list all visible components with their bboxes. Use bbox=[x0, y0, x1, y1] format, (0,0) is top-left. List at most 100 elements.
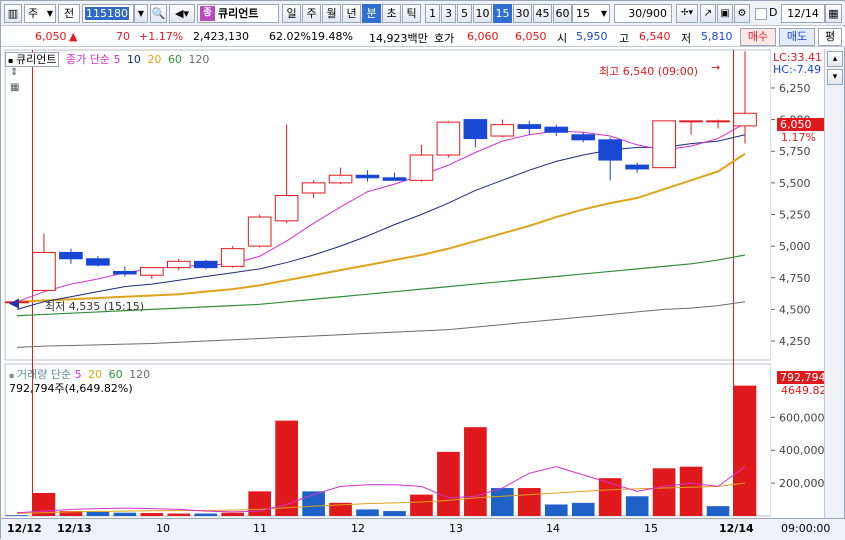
interval-value: 15 bbox=[576, 7, 590, 20]
candle-body bbox=[382, 177, 407, 181]
save-icon[interactable]: ▣ bbox=[717, 4, 733, 23]
calendar-icon[interactable]: ▦ bbox=[825, 4, 842, 23]
volume-bar bbox=[544, 504, 568, 516]
grid-icon[interactable]: ▦ bbox=[10, 82, 19, 93]
sidebar-btn-1[interactable]: ▴ bbox=[827, 51, 843, 67]
volume-bar bbox=[598, 478, 622, 516]
period-button-60[interactable]: 60 bbox=[553, 4, 572, 23]
period-button-10[interactable]: 10 bbox=[473, 4, 492, 23]
period-button-45[interactable]: 45 bbox=[533, 4, 552, 23]
period-button-일[interactable]: 일 bbox=[282, 4, 301, 23]
candle-body bbox=[274, 195, 299, 222]
candle-body bbox=[490, 124, 515, 137]
period-button-3[interactable]: 3 bbox=[441, 4, 456, 23]
x-label-1: 12/13 bbox=[57, 522, 92, 535]
volume-bar bbox=[625, 496, 649, 516]
candle-body bbox=[544, 126, 569, 133]
candle-body bbox=[571, 134, 596, 141]
chevron-down-icon: ▼ bbox=[46, 9, 53, 18]
volume-tick-label: 200,000 bbox=[779, 477, 824, 490]
stock-name-box[interactable]: 종 큐리언트 bbox=[197, 4, 279, 23]
legend-stock-name[interactable]: ▪ 큐리언트 bbox=[5, 52, 60, 67]
candle-body bbox=[32, 251, 56, 291]
period-button-초[interactable]: 초 bbox=[382, 4, 401, 23]
high-price: 6,540 bbox=[639, 30, 671, 43]
hoga-label: 호가 bbox=[434, 32, 455, 45]
open-price: 5,950 bbox=[576, 30, 608, 43]
period-button-15[interactable]: 15 bbox=[493, 4, 512, 23]
volume-tick-label: 400,000 bbox=[779, 444, 824, 457]
date-input[interactable]: 12/14 bbox=[781, 4, 825, 23]
price-change: 70 bbox=[116, 30, 130, 43]
stock-code-input[interactable]: 115180 bbox=[82, 4, 134, 23]
volume-tick-label: 600,000 bbox=[779, 411, 824, 424]
volume-ratio: 62.02% bbox=[269, 30, 311, 43]
volume-bar bbox=[5, 515, 29, 516]
volume-bar bbox=[194, 513, 218, 516]
count-input[interactable]: 30/900 bbox=[614, 4, 672, 23]
candle-body bbox=[86, 258, 110, 266]
chart-menu-icon[interactable]: ▥ bbox=[4, 4, 22, 23]
sell-button[interactable]: 매도 bbox=[779, 28, 815, 46]
right-sidebar: ▴ ▾ bbox=[824, 49, 844, 539]
chart-type-button[interactable]: 전 bbox=[58, 4, 80, 23]
draw-tool-icon[interactable]: ↗ bbox=[700, 4, 716, 23]
volume-bar bbox=[464, 427, 487, 516]
sound-icon[interactable]: ◀▾ bbox=[169, 4, 195, 23]
candle-body bbox=[139, 267, 164, 276]
current-price: 6,050 bbox=[35, 30, 67, 43]
period-button-주[interactable]: 주 bbox=[302, 4, 321, 23]
sidebar-btn-2[interactable]: ▾ bbox=[827, 69, 843, 85]
volume-bar bbox=[248, 491, 271, 516]
candle-body bbox=[598, 139, 623, 161]
period-button-분[interactable]: 분 bbox=[362, 4, 381, 23]
period-button-1[interactable]: 1 bbox=[425, 4, 440, 23]
candle-body bbox=[59, 251, 83, 260]
stock-code-value: 115180 bbox=[85, 7, 129, 20]
stock-badge: 종 bbox=[200, 6, 215, 21]
candle-body bbox=[679, 120, 703, 123]
open-label: 시 bbox=[557, 32, 568, 45]
change-percent: +1.17% bbox=[139, 30, 184, 43]
interval-select[interactable]: 15 ▼ bbox=[572, 4, 610, 23]
scroll-icon[interactable]: ⇕ bbox=[10, 67, 18, 78]
chart-svg[interactable]: 4,2504,5004,7505,0005,2505,5005,7506,000… bbox=[1, 48, 824, 518]
candle-body bbox=[328, 174, 353, 184]
avg-button[interactable]: 평 bbox=[818, 28, 842, 46]
period-button-월[interactable]: 월 bbox=[322, 4, 341, 23]
crosshair-icon[interactable]: ✢▾ bbox=[676, 4, 698, 23]
volume-bar bbox=[86, 511, 110, 516]
volume-bar bbox=[679, 466, 703, 516]
period-button-틱[interactable]: 틱 bbox=[402, 4, 421, 23]
candle-body bbox=[652, 120, 676, 169]
settings-icon[interactable]: ⚙ bbox=[734, 4, 750, 23]
price-tick-label: 5,500 bbox=[779, 177, 811, 190]
low-arrow-icon: ◀ bbox=[9, 296, 19, 311]
trade-amount: 14,923백만 bbox=[369, 32, 428, 45]
chart-window: ▥ 주 ▼ 전 115180 ▼ 🔍 ◀▾ 종 큐리언트 일 주 월 년 분 초 틱 1 3 5 10 1… bbox=[0, 0, 845, 540]
period-button-년[interactable]: 년 bbox=[342, 4, 361, 23]
price-tick-label: 5,750 bbox=[779, 145, 811, 158]
volume-bar bbox=[113, 512, 137, 516]
code-dropdown-icon[interactable]: ▼ bbox=[134, 4, 148, 23]
period-button-5[interactable]: 5 bbox=[457, 4, 472, 23]
buy-button[interactable]: 매수 bbox=[740, 28, 776, 46]
current-pct-tag: 1.17% bbox=[781, 131, 816, 144]
volume-bar bbox=[491, 488, 514, 516]
hc-value: HC:-7.49 bbox=[773, 63, 822, 76]
volume-bar bbox=[733, 385, 757, 516]
candle-body bbox=[166, 260, 191, 269]
period-button-30[interactable]: 30 bbox=[513, 4, 532, 23]
x-label-2: 10 bbox=[156, 522, 170, 535]
candle-body bbox=[113, 270, 137, 275]
stock-name: 큐리언트 bbox=[218, 7, 259, 20]
candle-body bbox=[193, 260, 218, 269]
turnover: 19.48% bbox=[311, 30, 353, 43]
high-label: 고 bbox=[619, 32, 630, 45]
search-icon[interactable]: 🔍 bbox=[150, 4, 167, 23]
d-checkbox[interactable] bbox=[755, 8, 767, 20]
x-label-0: 12/12 bbox=[7, 522, 42, 535]
bid-price: 6,050 bbox=[515, 30, 547, 43]
market-select[interactable]: 주 ▼ bbox=[24, 4, 56, 23]
x-label-9: 09:00:00 bbox=[781, 522, 831, 535]
